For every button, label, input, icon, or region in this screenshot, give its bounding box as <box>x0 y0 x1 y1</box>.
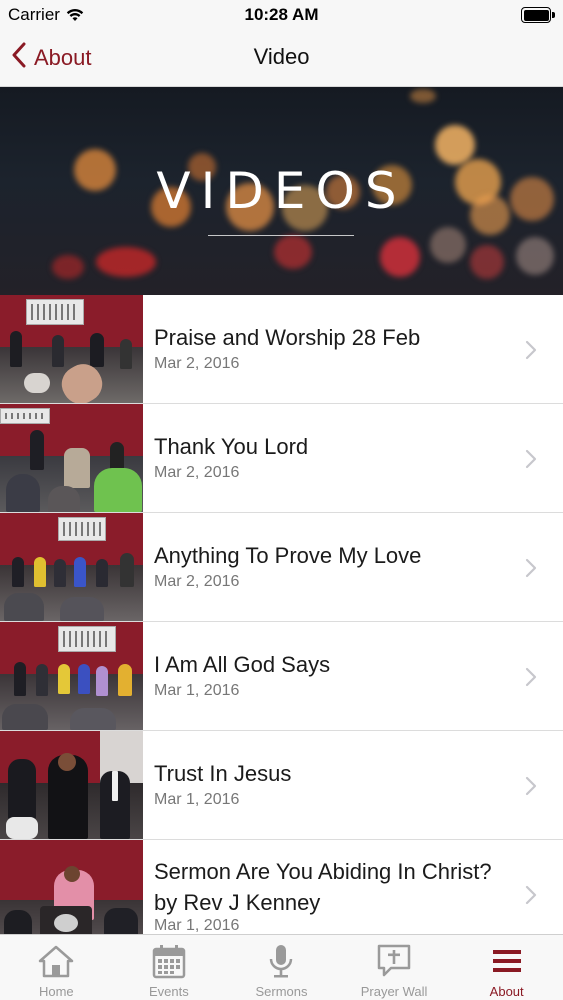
video-thumbnail <box>0 295 143 403</box>
video-title: Trust In Jesus <box>154 761 292 786</box>
video-list[interactable]: Praise and Worship 28 Feb Mar 2, 2016 Th… <box>0 295 563 934</box>
chevron-right-icon <box>525 667 537 687</box>
status-bar: Carrier 10:28 AM <box>0 0 563 30</box>
video-row[interactable]: Thank You Lord Mar 2, 2016 <box>0 404 563 513</box>
status-time: 10:28 AM <box>244 5 319 24</box>
tab-label: About <box>489 984 524 999</box>
video-thumbnail <box>0 840 143 934</box>
page-title: Video <box>253 44 310 69</box>
tab-prayer-wall[interactable]: Prayer Wall <box>338 935 451 1000</box>
video-date: Mar 1, 2016 <box>154 917 240 934</box>
video-date: Mar 1, 2016 <box>154 791 240 808</box>
tab-label: Home <box>38 984 74 999</box>
video-row[interactable]: I Am All God Says Mar 1, 2016 <box>0 622 563 731</box>
video-row[interactable]: Praise and Worship 28 Feb Mar 2, 2016 <box>0 295 563 404</box>
battery-icon <box>521 7 555 23</box>
video-thumbnail <box>0 622 143 730</box>
tab-label: Sermons <box>255 984 308 999</box>
navigation-bar: About Video <box>0 30 563 87</box>
video-date: Mar 2, 2016 <box>154 355 240 372</box>
video-date: Mar 1, 2016 <box>154 682 240 699</box>
video-title: Thank You Lord <box>154 434 309 459</box>
video-thumbnail <box>0 513 143 621</box>
banner-divider <box>208 235 354 236</box>
microphone-icon <box>270 945 293 978</box>
chevron-right-icon <box>525 449 537 469</box>
chevron-right-icon <box>525 776 537 796</box>
calendar-icon <box>152 945 186 979</box>
video-title: I Am All God Says <box>154 652 331 677</box>
tab-home[interactable]: Home <box>0 935 113 1000</box>
tab-about[interactable]: About <box>450 935 563 1000</box>
video-thumbnail <box>0 404 143 512</box>
video-title: Sermon Are You Abiding In Christ? by Rev… <box>154 859 492 915</box>
video-row[interactable]: Sermon Are You Abiding In Christ? by Rev… <box>0 840 563 934</box>
banner-title: VIDEOS <box>156 162 407 220</box>
video-thumbnail <box>0 731 143 839</box>
menu-icon <box>492 950 521 972</box>
prayer-bubble-icon <box>377 944 411 977</box>
video-date: Mar 2, 2016 <box>154 464 240 481</box>
video-row[interactable]: Trust In Jesus Mar 1, 2016 <box>0 731 563 840</box>
tab-sermons[interactable]: Sermons <box>225 935 338 1000</box>
chevron-right-icon <box>525 558 537 578</box>
video-row[interactable]: Anything To Prove My Love Mar 2, 2016 <box>0 513 563 622</box>
video-title: Anything To Prove My Love <box>154 543 422 568</box>
chevron-right-icon <box>525 340 537 360</box>
video-date: Mar 2, 2016 <box>154 573 240 590</box>
home-icon <box>39 945 74 978</box>
tab-label: Events <box>149 984 189 999</box>
tab-label: Prayer Wall <box>360 984 428 999</box>
chevron-right-icon <box>525 885 537 905</box>
tab-events[interactable]: Events <box>113 935 226 1000</box>
tab-bar: Home Events Sermons Prayer Wall About <box>0 934 563 1000</box>
video-title: Praise and Worship 28 Feb <box>154 325 421 350</box>
